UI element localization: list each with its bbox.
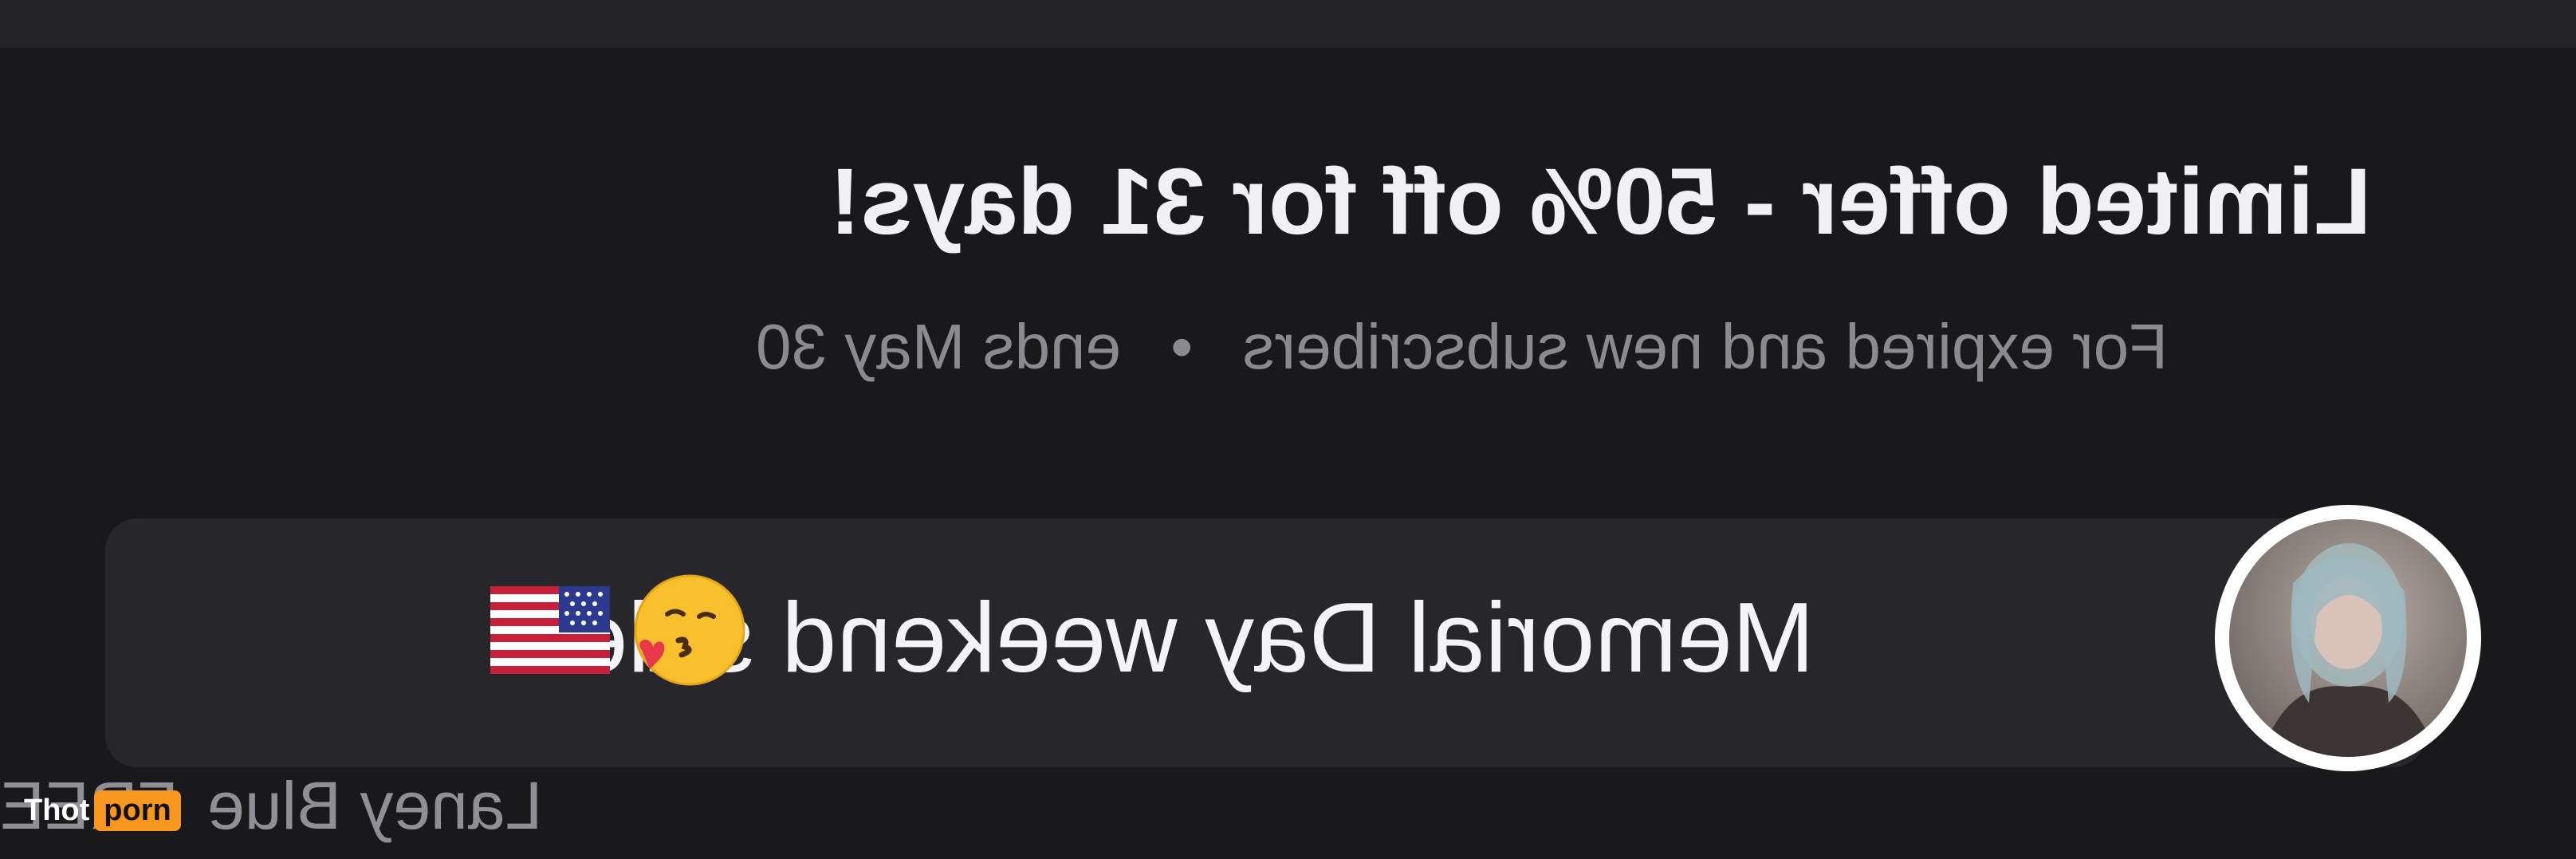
sender-name-container: Laney Blue (207, 766, 606, 845)
avatar-photo (2229, 519, 2467, 757)
kissing-face-emoji-icon (634, 574, 745, 686)
offer-subtitle-text: For expired and new subscribers • ends M… (756, 307, 2168, 387)
watermark-part2: porn (94, 790, 181, 831)
offer-ends: ends May 30 (756, 311, 1122, 382)
offer-subtitle: For expired and new subscribers • ends M… (756, 307, 2472, 387)
sender-name: Laney Blue (207, 768, 543, 843)
page: Limited offer - 50% off for 31 days! For… (0, 0, 2576, 859)
offer-audience: For expired and new subscribers (1242, 311, 2169, 382)
watermark-logo: Thot porn (24, 790, 181, 831)
person-silhouette-icon (2261, 543, 2436, 757)
offer-title-container: Limited offer - 50% off for 31 days! (829, 142, 2472, 262)
offer-title: Limited offer - 50% off for 31 days! (829, 149, 2372, 254)
offer-separator: • (1170, 311, 1194, 382)
us-flag-emoji-icon (490, 586, 610, 674)
watermark-part1: Thot (24, 793, 90, 827)
top-bar (0, 0, 2576, 48)
avatar[interactable] (2215, 505, 2481, 771)
